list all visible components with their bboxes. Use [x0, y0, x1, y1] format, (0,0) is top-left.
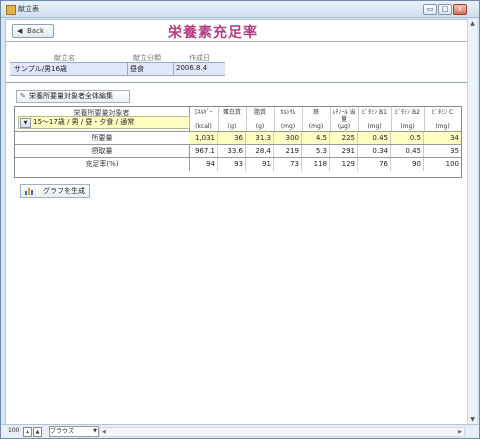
- window-title: 献立表: [18, 5, 39, 13]
- column-unit: (mg): [308, 123, 324, 130]
- layout-content: ◀ Back 栄養素充足率 献立名 献立分類 作成日 サンプル/男16歳 昼食 …: [5, 19, 468, 426]
- scroll-down-icon[interactable]: ▼: [468, 415, 477, 424]
- column-name: ﾚﾁﾉｰﾙ 当量: [332, 109, 356, 123]
- status-bar: 100 ▴ ▲ ブラウズ ▼ ◀ ▶: [1, 424, 479, 438]
- column-unit: (mg): [435, 123, 450, 130]
- column-header: 脂質 (g): [246, 107, 275, 131]
- column-header: 蛋白質 (g): [218, 107, 247, 131]
- created-date-field[interactable]: 2006.8.4: [176, 64, 207, 72]
- pencil-icon: ✎: [20, 92, 26, 100]
- vertical-scrollbar[interactable]: ▲ ▼: [467, 19, 477, 424]
- target-select[interactable]: ▼ 15～17歳 / 男 / 昼・夕食 / 通常: [18, 116, 190, 129]
- zoom-level[interactable]: 100: [8, 427, 19, 434]
- generate-graph-label: グラフを生成: [43, 187, 85, 195]
- column-unit: (kcal): [195, 123, 212, 130]
- table-row: 摂取量 967.1 33.6 28.4 219 5.3 291 0.34 0.4…: [15, 144, 461, 158]
- table-cell: 91: [246, 158, 274, 171]
- column-name: ﾋﾞﾀﾐﾝ C: [431, 109, 454, 116]
- column-header: ﾋﾞﾀﾐﾝ B2 (mg): [391, 107, 425, 131]
- app-window: 献立表 ▭ □ x ◀ Back 栄養素充足率 献立名 献立分類 作成日 サンプ…: [0, 0, 480, 439]
- section-divider: [6, 82, 467, 83]
- column-unit: (mg): [367, 123, 382, 130]
- column-header: ｴﾈﾙｷﾞｰ (kcal): [189, 107, 219, 131]
- menu-type-field[interactable]: 昼食: [130, 64, 144, 74]
- column-unit: (mg): [280, 123, 296, 130]
- chevron-down-icon: ▼: [93, 428, 97, 434]
- maximize-button[interactable]: □: [438, 4, 452, 15]
- table-cell: 93: [218, 158, 246, 171]
- column-unit: (μg): [337, 123, 351, 130]
- column-name: 鉄: [312, 109, 319, 116]
- info-separator: [127, 63, 128, 75]
- target-header-cell: 栄養所要量対象者 ▼ 15～17歳 / 男 / 昼・夕食 / 通常: [15, 107, 190, 131]
- column-name: 蛋白質: [222, 109, 241, 116]
- table-cell: 90: [391, 158, 424, 171]
- column-header: ｶﾙｼｳﾑ (mg): [274, 107, 303, 131]
- back-button-label: Back: [27, 27, 44, 35]
- mode-select[interactable]: ブラウズ ▼: [49, 426, 99, 437]
- column-header: 鉄 (mg): [302, 107, 331, 131]
- table-cell: 73: [274, 158, 302, 171]
- table-cell: 129: [330, 158, 358, 171]
- column-unit: (g): [255, 123, 265, 130]
- menu-info-row: サンプル/男16歳 昼食 2006.8.4: [10, 62, 225, 76]
- edit-all-targets-label: 栄養所要量対象者全体編集: [29, 92, 113, 100]
- column-header: ﾚﾁﾉｰﾙ 当量 (μg): [330, 107, 359, 131]
- scroll-right-icon[interactable]: ▶: [458, 428, 462, 436]
- page-title: 栄養素充足率: [168, 25, 258, 41]
- column-name: ﾋﾞﾀﾐﾝ B1: [362, 109, 387, 116]
- back-button[interactable]: ◀ Back: [12, 24, 54, 38]
- table-row: 充足率(%) 94 93 91 73 118 129 76 90 100: [15, 157, 461, 171]
- column-unit: (mg): [400, 123, 415, 130]
- scroll-left-icon[interactable]: ◀: [102, 428, 106, 436]
- chevron-down-icon[interactable]: ▼: [20, 118, 31, 128]
- generate-graph-button[interactable]: グラフを生成: [20, 184, 90, 198]
- column-unit: (g): [227, 123, 237, 130]
- mode-select-value: ブラウズ: [50, 428, 75, 435]
- back-arrow-icon: ◀: [17, 27, 23, 35]
- nutrition-table: 栄養所要量対象者 ▼ 15～17歳 / 男 / 昼・夕食 / 通常 ｴﾈﾙｷﾞｰ…: [14, 106, 462, 178]
- column-name: 脂質: [253, 109, 266, 116]
- header-divider: [6, 41, 467, 42]
- table-cell: 76: [358, 158, 391, 171]
- zoom-out-icon[interactable]: ▴: [23, 427, 32, 437]
- table-row: 所要量 1,031 36 31.3 300 4.5 225 0.45 0.5 3…: [15, 131, 461, 145]
- target-select-value: 15～17歳 / 男 / 昼・夕食 / 通常: [33, 118, 135, 126]
- row-label: 充足率(%): [15, 158, 190, 171]
- title-bar: 献立表 ▭ □ x: [1, 1, 479, 18]
- close-button[interactable]: x: [453, 4, 467, 15]
- table-cell: 118: [302, 158, 330, 171]
- minimize-button[interactable]: ▭: [423, 4, 437, 15]
- column-name: ｴﾈﾙｷﾞｰ: [194, 109, 213, 116]
- column-name: ｶﾙｼｳﾑ: [280, 109, 296, 116]
- bar-chart-icon: [25, 187, 33, 195]
- menu-name-field[interactable]: サンプル/男16歳: [14, 64, 67, 74]
- horizontal-scrollbar[interactable]: ◀ ▶: [99, 427, 465, 437]
- scroll-up-icon[interactable]: ▲: [468, 19, 477, 28]
- table-cell: 100: [445, 160, 459, 168]
- column-name: ﾋﾞﾀﾐﾝ B2: [395, 109, 420, 116]
- zoom-in-icon[interactable]: ▲: [33, 427, 42, 437]
- column-header: ﾋﾞﾀﾐﾝ C (mg): [424, 107, 461, 131]
- info-separator: [173, 63, 174, 75]
- app-icon: [6, 5, 16, 15]
- column-header: ﾋﾞﾀﾐﾝ B1 (mg): [358, 107, 392, 131]
- table-cell: 94: [189, 158, 218, 171]
- edit-all-targets-button[interactable]: ✎ 栄養所要量対象者全体編集: [16, 90, 130, 103]
